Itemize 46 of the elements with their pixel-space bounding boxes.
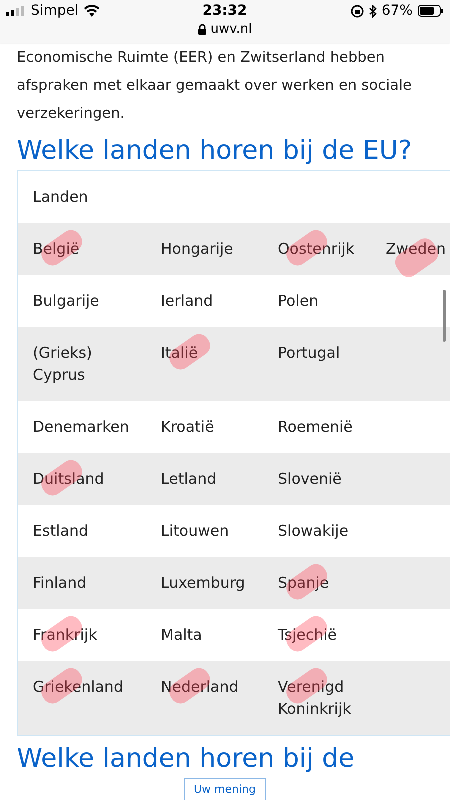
table-cell: Zweden xyxy=(386,240,446,258)
table-cell: Slowakije xyxy=(278,522,349,540)
table-cell: Denemarken xyxy=(33,418,130,436)
table-cell: Griekenland xyxy=(33,678,124,696)
table-cell: Litouwen xyxy=(161,522,230,540)
table-cell: Malta xyxy=(161,626,202,644)
table-header: Landen xyxy=(32,187,90,208)
table-cell: (Grieks) Cyprus xyxy=(33,344,92,384)
table-cell: Luxemburg xyxy=(161,574,246,592)
body-text: afspraken met elkaar gemaakt over werken en sociale xyxy=(17,77,413,96)
clock-time: 23:32 xyxy=(202,3,248,19)
carrier-name: Simpel xyxy=(31,3,79,19)
table-cell: België xyxy=(33,240,80,258)
table-cell: Letland xyxy=(161,470,217,488)
feedback-button[interactable]: Uw mening xyxy=(184,778,266,800)
table-cell: Kroatië xyxy=(161,418,214,436)
battery-percent: 67% xyxy=(382,3,413,19)
body-text: verzekeringen. xyxy=(17,105,126,124)
lock-icon xyxy=(198,24,207,35)
table-cell: Estland xyxy=(33,522,89,540)
table-cell: Hongarije xyxy=(161,240,234,258)
body-text: Economische Ruimte (EER) en Zwitserland hebben xyxy=(17,49,386,68)
table-cell: Spanje xyxy=(278,574,330,592)
url-text[interactable]: uwv.nl xyxy=(210,22,252,37)
table-cell: Polen xyxy=(278,292,319,310)
bluetooth-icon xyxy=(368,4,377,18)
rotation-lock-icon xyxy=(350,4,364,18)
section-heading: Welke landen horen bij de xyxy=(17,744,356,774)
table-cell: Oostenrijk xyxy=(278,240,355,258)
table-cell: Portugal xyxy=(278,344,340,362)
table-cell: Nederland xyxy=(161,678,239,696)
table-cell: Italië xyxy=(161,344,198,362)
table-cell: Verenigd Koninkrijk xyxy=(278,678,352,718)
battery-icon xyxy=(418,5,444,17)
table-cell: Tsjechië xyxy=(278,626,338,644)
table-cell: Finland xyxy=(33,574,87,592)
signal-icon xyxy=(6,6,26,16)
wifi-icon xyxy=(84,5,100,17)
table-cell: Slovenië xyxy=(278,470,342,488)
scrollbar[interactable] xyxy=(443,290,446,342)
section-heading: Welke landen horen bij de EU? xyxy=(17,135,414,168)
table-cell: Duitsland xyxy=(33,470,104,488)
table-cell: Bulgarije xyxy=(33,292,100,310)
table-cell: Roemenië xyxy=(278,418,353,436)
table-cell: Ierland xyxy=(161,292,214,310)
table-cell: Frankrijk xyxy=(33,626,98,644)
